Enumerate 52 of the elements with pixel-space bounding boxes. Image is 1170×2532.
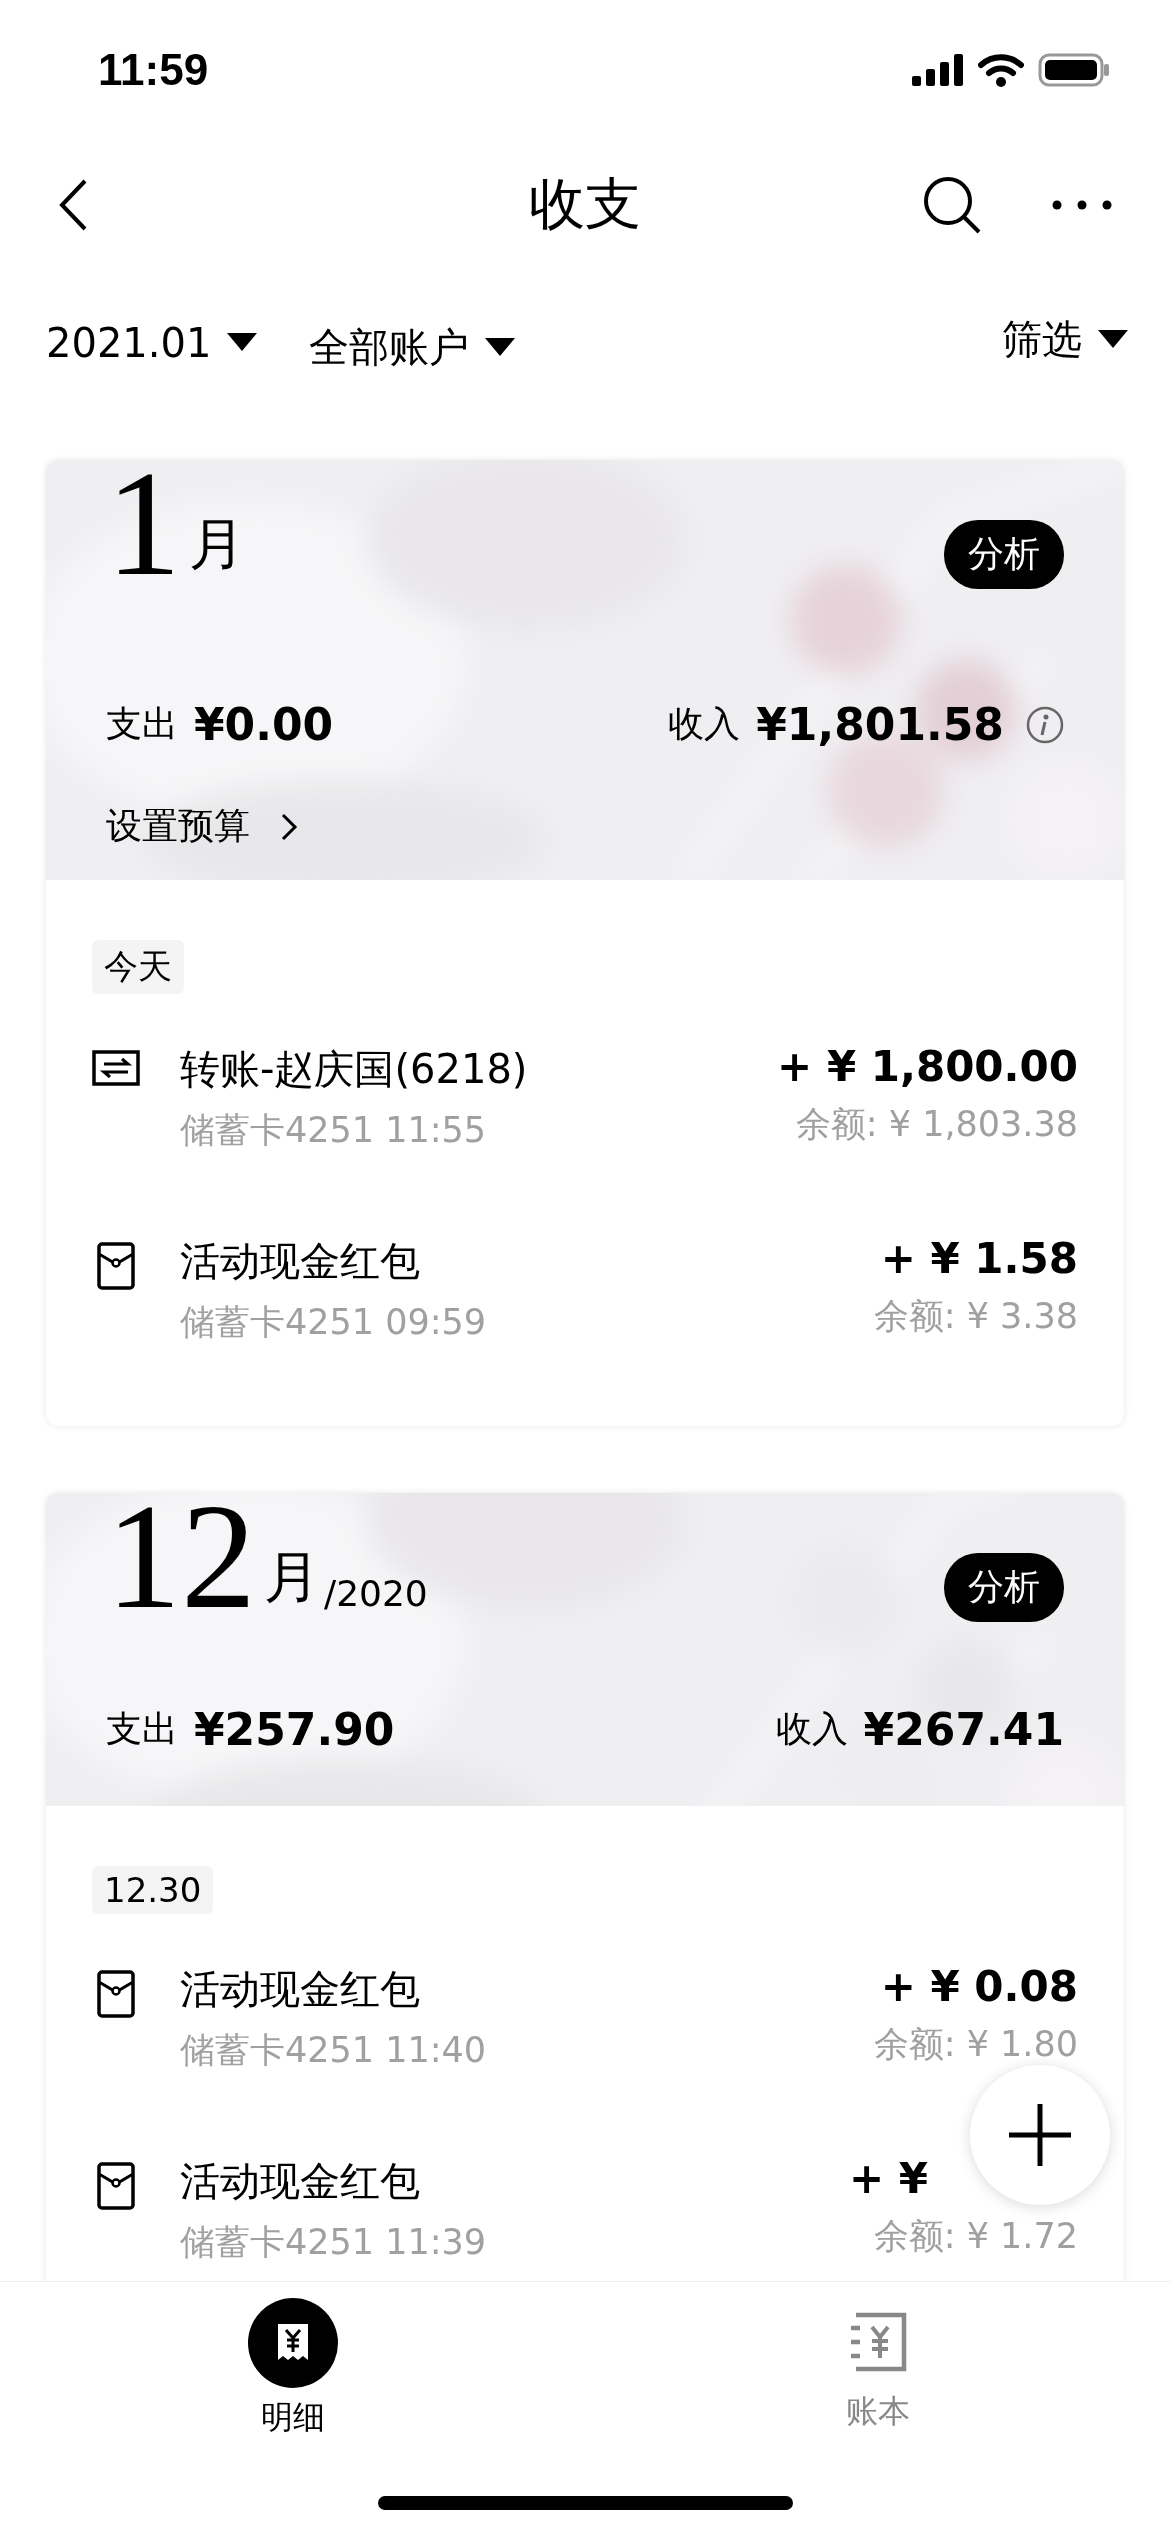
date-tag: 今天 (92, 940, 184, 994)
balance-text: 余额: ¥ 1.72 (873, 2215, 1078, 2258)
info-icon[interactable] (1026, 705, 1064, 744)
income-label: 收入 (668, 702, 741, 746)
month-number: 12 (106, 1493, 256, 1624)
transaction-amount: + ¥ (848, 2154, 928, 2203)
filter-dropdown[interactable]: 筛选 (1002, 312, 1128, 367)
transaction-title: 转账-赵庆国(6218) (180, 1045, 528, 1094)
balance-text: 余额: ¥ 3.38 (873, 1295, 1078, 1338)
transaction-detail: 储蓄卡4251 11:55 (180, 1109, 488, 1152)
transaction-detail: 储蓄卡4251 11:39 (180, 2221, 487, 2264)
transaction-detail: 储蓄卡4251 11:40 (180, 2029, 487, 2072)
year-label: /2020 (324, 1573, 428, 1614)
income-label: 收入 (775, 1707, 848, 1751)
transaction-detail: 储蓄卡4251 09:59 (180, 1301, 487, 1344)
tab-item[interactable]: 账本 (585, 2282, 1170, 2532)
transfer-icon (92, 1050, 140, 1086)
date-tag: 12.30 (92, 1866, 214, 1914)
income-amount: ¥267.41 (863, 1704, 1064, 1755)
month-unit: 月 (264, 1543, 320, 1611)
page-title: 收支 (529, 170, 641, 238)
expense-amount: ¥257.90 (194, 1704, 395, 1755)
transaction-title: 活动现金红包 (180, 2157, 421, 2206)
receipt-icon (247, 2298, 338, 2388)
month-number: 1 (106, 460, 181, 591)
plus-icon (1009, 2104, 1071, 2166)
transaction-amount: + ¥ 0.08 (880, 1962, 1078, 2011)
balance-text: 余额: ¥ 1.80 (873, 2023, 1078, 2066)
caret-icon (485, 337, 516, 358)
wifi-icon (978, 53, 1024, 87)
chevron-icon (280, 811, 298, 842)
transaction-title: 活动现金红包 (180, 1965, 421, 2014)
income-amount: ¥1,801.58 (756, 699, 1004, 750)
month-unit: 月 (189, 510, 245, 578)
balance-text: 余额: ¥ 1,803.38 (795, 1103, 1078, 1146)
status-time: 11:59 (98, 45, 209, 95)
transaction-amount: + ¥ 1,800.00 (777, 1042, 1078, 1091)
more-icon[interactable] (1052, 200, 1112, 210)
expense-label: 支出 (106, 702, 178, 746)
transaction-title: 活动现金红包 (180, 1237, 421, 1286)
caret-icon (227, 333, 258, 353)
signal-icon (912, 54, 964, 86)
caret-icon (1098, 329, 1128, 350)
search-icon[interactable] (922, 175, 982, 235)
expense-amount: ¥0.00 (194, 699, 334, 750)
expense-label: 支出 (106, 1707, 178, 1751)
transaction-amount: + ¥ 1.58 (880, 1234, 1078, 1283)
battery-icon (1038, 53, 1110, 87)
filter-dropdown[interactable]: 2021.01 (46, 320, 258, 366)
filter-dropdown[interactable]: 全部账户 (309, 320, 516, 375)
budget-link[interactable]: 设置预算 (106, 802, 298, 851)
back-icon[interactable] (58, 178, 88, 232)
